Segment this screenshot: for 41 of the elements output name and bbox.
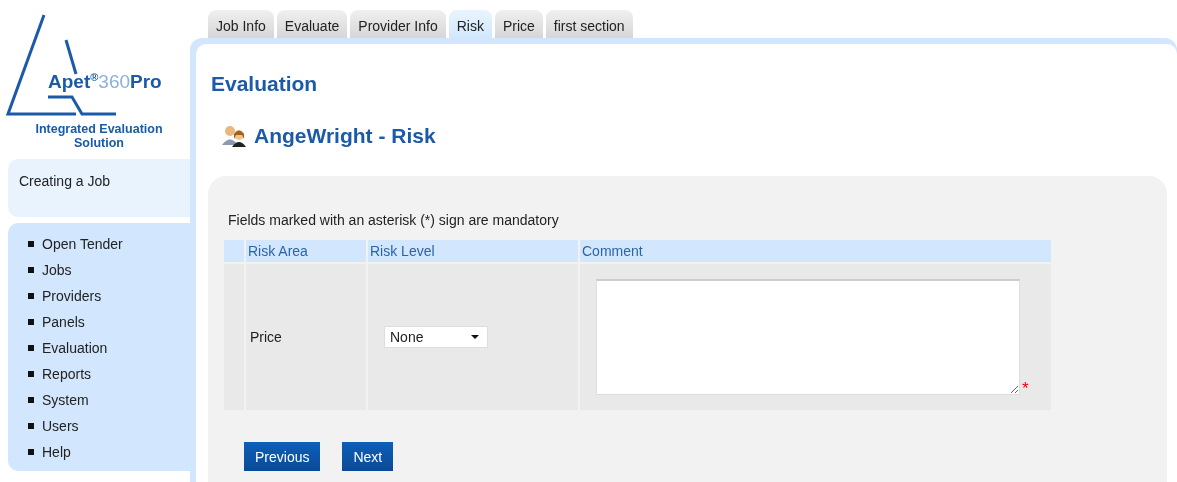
bullet-icon bbox=[28, 345, 34, 351]
risk-level-dropdown[interactable]: None bbox=[384, 326, 488, 348]
column-header: Risk Level bbox=[368, 240, 578, 262]
bullet-icon bbox=[28, 423, 34, 429]
bullet-icon bbox=[28, 449, 34, 455]
caret-icon bbox=[471, 335, 479, 339]
comment-field[interactable] bbox=[596, 279, 1020, 395]
required-mark: * bbox=[1022, 379, 1029, 399]
column-header: Comment bbox=[580, 240, 1051, 262]
nav-link[interactable]: System bbox=[42, 392, 89, 408]
page-title: Evaluation bbox=[211, 72, 319, 96]
bullet-icon bbox=[28, 319, 34, 325]
tab[interactable]: Provider Info bbox=[350, 10, 446, 38]
bullet-icon bbox=[28, 371, 34, 377]
nav-link[interactable]: Panels bbox=[42, 314, 85, 330]
column-header: Risk Area bbox=[246, 240, 366, 262]
context-label: Creating a Job bbox=[19, 173, 111, 189]
tab[interactable]: Price bbox=[494, 10, 543, 38]
nav-link[interactable]: Users bbox=[42, 418, 79, 434]
tab[interactable]: first section bbox=[545, 10, 633, 38]
bullet-icon bbox=[28, 397, 34, 403]
next-button[interactable]: Next bbox=[342, 442, 394, 471]
nav-link[interactable]: Jobs bbox=[42, 262, 72, 278]
nav-link[interactable]: Open Tender bbox=[42, 236, 123, 252]
logo-tagline: Integrated Evaluation Solution bbox=[34, 122, 164, 150]
section-heading: AngeWright - Risk bbox=[254, 124, 436, 148]
nav-link[interactable]: Evaluation bbox=[42, 340, 108, 356]
nav-link[interactable]: Providers bbox=[42, 288, 102, 304]
table-cell: Price bbox=[246, 264, 366, 410]
nav-link[interactable]: Help bbox=[42, 444, 71, 460]
nav-link[interactable]: Reports bbox=[42, 366, 92, 382]
tab[interactable]: Risk bbox=[448, 10, 492, 38]
previous-button[interactable]: Previous bbox=[244, 442, 321, 471]
bullet-icon bbox=[28, 293, 34, 299]
tab[interactable]: Job Info bbox=[208, 10, 274, 38]
mandatory-note: Fields marked with an asterisk (*) sign are mandatory bbox=[228, 212, 560, 228]
tab[interactable]: Evaluate bbox=[276, 10, 348, 38]
bullet-icon bbox=[28, 241, 34, 247]
users-icon bbox=[222, 125, 248, 147]
logo-wordmark: Apet$^{®}$360Pro bbox=[48, 71, 162, 94]
bullet-icon bbox=[28, 267, 34, 273]
